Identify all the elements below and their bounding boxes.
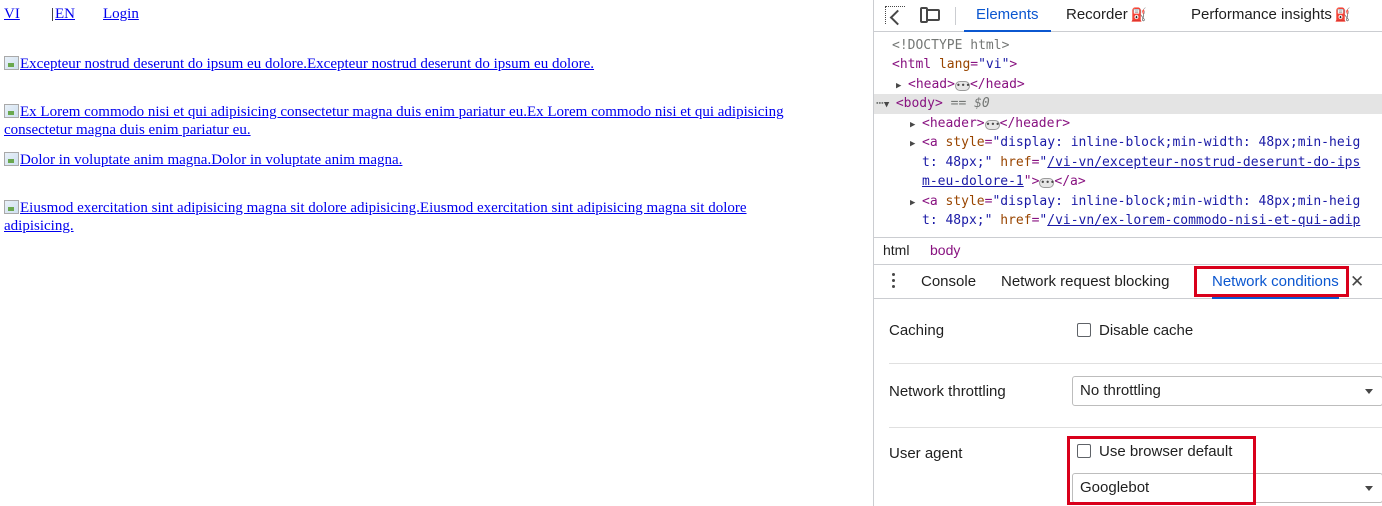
disable-cache-label: Disable cache [1099, 322, 1194, 339]
network-throttling-value: No throttling [1080, 382, 1161, 399]
ellipsis-icon[interactable]: ••• [984, 120, 1000, 130]
broken-image-icon [4, 104, 19, 118]
breadcrumb-html[interactable]: html [883, 242, 909, 258]
href-link-cont[interactable]: m-eu-dolore-1 [922, 174, 1024, 189]
flask-icon: ⛽ [1130, 7, 1147, 22]
collapse-triangle-icon[interactable]: ▼ [884, 96, 896, 116]
post-title: Ex Lorem commodo nisi et qui adipisicing… [4, 104, 784, 138]
dom-node-anchor[interactable]: ▶ <a style="display: inline-block;min-wid… [874, 133, 1382, 153]
post-link[interactable]: Eiusmod exercitation sint adipisicing ma… [4, 200, 747, 234]
drawer-tab-network-request-blocking[interactable]: Network request blocking [1001, 265, 1169, 299]
dom-node-anchor-cont: m-eu-dolore-1">•••</a> [874, 172, 1382, 192]
head-close-tag: </head> [969, 77, 1025, 92]
selected-node-marker: == $0 [942, 96, 990, 111]
tab-elements[interactable]: Elements [964, 0, 1051, 32]
post-item: Eiusmod exercitation sint adipisicing ma… [4, 199, 804, 235]
post-title: Excepteur nostrud deserunt do ipsum eu d… [20, 56, 595, 72]
href-link[interactable]: /vi-vn/excepteur-nostrud-deserunt-do-ips [1047, 155, 1360, 170]
dom-tree: <!DOCTYPE html> <html lang="vi"> ▶ <head>… [874, 33, 1382, 237]
header-close-tag: </header> [999, 116, 1071, 131]
html-lang-value: "vi" [978, 57, 1010, 72]
broken-image-icon [4, 152, 19, 166]
more-icon: ⋯ [876, 96, 884, 111]
dom-node-html[interactable]: <html lang="vi"> [874, 55, 1382, 75]
disable-cache-checkbox[interactable]: Disable cache [1077, 322, 1193, 339]
html-lang-attr: lang [938, 57, 971, 72]
lang-separator: | [51, 6, 55, 22]
anchor-tag: <a [922, 194, 938, 209]
post-link[interactable]: Ex Lorem commodo nisi et qui adipisicing… [4, 104, 784, 138]
drawer-tab-console[interactable]: Console [921, 265, 976, 299]
html-tag: <html [892, 57, 932, 72]
tab-recorder[interactable]: Recorder ⛽ [1066, 0, 1147, 32]
tab-performance-insights-label: Performance insights [1191, 6, 1332, 23]
lang-en-link[interactable]: EN [55, 6, 75, 23]
caching-label: Caching [889, 322, 945, 339]
devtools-toolbar: Elements Recorder ⛽ Performance insights ⛽ [874, 0, 1382, 32]
devtools-panel: Elements Recorder ⛽ Performance insights ⛽… [873, 0, 1382, 506]
style-attr: style [945, 135, 985, 150]
post-item: Excepteur nostrud deserunt do ipsum eu d… [4, 55, 854, 73]
network-throttling-label: Network throttling [889, 383, 1006, 400]
broken-image-icon [4, 200, 19, 214]
tab-performance-insights[interactable]: Performance insights ⛽ [1191, 0, 1351, 32]
divider [889, 427, 1382, 428]
dom-node-head[interactable]: ▶ <head>•••</head> [874, 75, 1382, 95]
post-title: Eiusmod exercitation sint adipisicing ma… [4, 200, 747, 234]
dom-node-header[interactable]: ▶ <header>•••</header> [874, 114, 1382, 134]
style-value-cont: t: 48px;" [922, 213, 993, 228]
ellipsis-icon[interactable]: ••• [954, 81, 970, 91]
post-item: Dolor in voluptate anim magna.Dolor in v… [4, 151, 854, 169]
page-viewport: VI | EN Login Excepteur nostrud deserunt… [0, 0, 873, 506]
post-link[interactable]: Dolor in voluptate anim magna.Dolor in v… [4, 152, 402, 168]
dom-node-anchor-cont: t: 48px;" href="/vi-vn/ex-lorem-commodo-… [922, 213, 1361, 228]
breadcrumb-body[interactable]: body [930, 242, 960, 258]
post-item: Ex Lorem commodo nisi et qui adipisicing… [4, 103, 854, 139]
href-attr: href [1000, 213, 1032, 228]
tab-recorder-label: Recorder [1066, 6, 1128, 23]
anchor-open-end: "> [1023, 174, 1040, 189]
style-value: "display: inline-block;min-width: 48px;m… [992, 194, 1361, 209]
doctype-text: <!DOCTYPE html> [892, 38, 1010, 53]
login-link[interactable]: Login [103, 6, 139, 23]
divider [889, 363, 1382, 364]
checkbox-icon [1077, 323, 1091, 337]
chevron-down-icon [1365, 389, 1373, 394]
expand-triangle-icon[interactable]: ▶ [910, 135, 922, 155]
post-link[interactable]: Excepteur nostrud deserunt do ipsum eu d… [4, 56, 594, 72]
chevron-down-icon [1365, 486, 1373, 491]
highlight-network-conditions [1194, 266, 1349, 297]
body-tag: <body> [895, 96, 943, 111]
broken-image-icon [4, 56, 19, 70]
style-value: "display: inline-block;min-width: 48px;m… [992, 135, 1361, 150]
dom-node-doctype[interactable]: <!DOCTYPE html> [874, 36, 1382, 56]
more-options-icon[interactable] [892, 273, 896, 289]
post-title: Dolor in voluptate anim magna.Dolor in v… [20, 152, 403, 168]
network-throttling-select[interactable]: No throttling [1072, 376, 1382, 406]
select-element-icon[interactable] [885, 6, 905, 24]
close-icon[interactable]: ✕ [1350, 272, 1364, 292]
style-attr: style [945, 194, 985, 209]
href-link[interactable]: /vi-vn/ex-lorem-commodo-nisi-et-qui-adip [1047, 213, 1360, 228]
ellipsis-icon[interactable]: ••• [1039, 178, 1055, 188]
breadcrumb: html body [874, 237, 1382, 265]
device-toolbar-icon[interactable] [920, 6, 940, 24]
toolbar-divider [955, 7, 956, 25]
dom-node-anchor-cont: t: 48px;" href="/vi-vn/excepteur-nostrud… [922, 155, 1361, 170]
style-value-cont: t: 48px;" [922, 155, 993, 170]
flask-icon: ⛽ [1334, 7, 1352, 22]
highlight-user-agent [1067, 436, 1256, 505]
dom-node-anchor[interactable]: ▶ <a style="display: inline-block;min-wid… [874, 192, 1382, 212]
href-attr: href [1000, 155, 1032, 170]
dom-node-body[interactable]: ⋯▼ <body> == $0 [874, 94, 1382, 114]
header-tag: <header> [922, 116, 985, 131]
lang-vi-link[interactable]: VI [4, 6, 20, 23]
head-tag: <head> [908, 77, 955, 92]
anchor-tag: <a [922, 135, 938, 150]
user-agent-label: User agent [889, 445, 963, 462]
anchor-close-tag: </a> [1054, 174, 1086, 189]
